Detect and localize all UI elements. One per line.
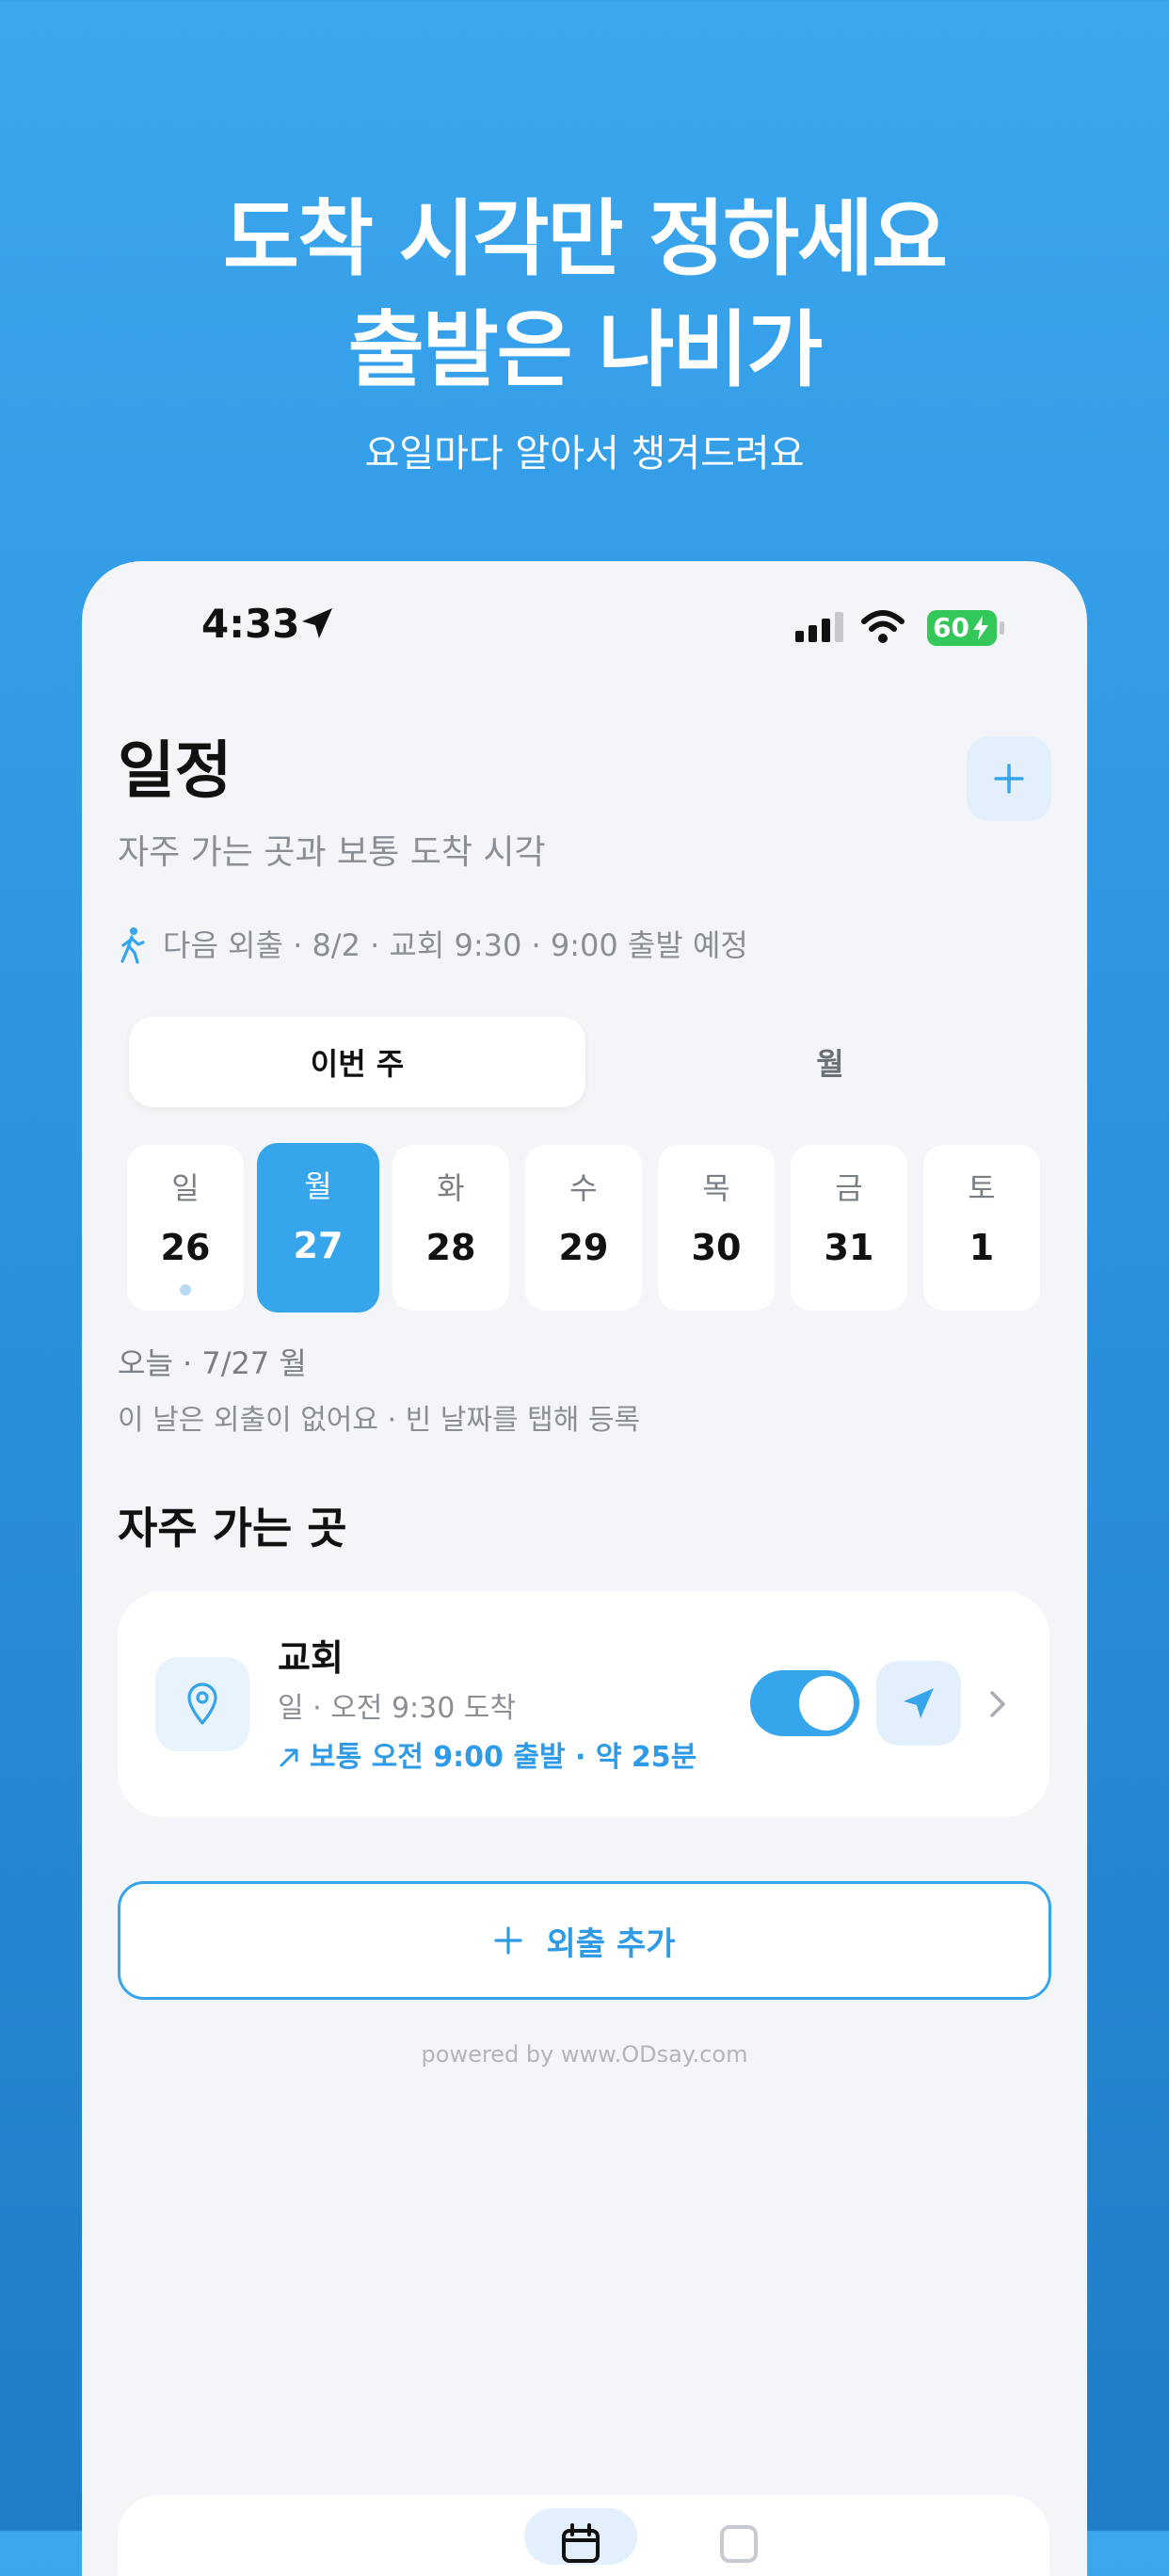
chevron-right-icon[interactable]	[979, 1685, 1017, 1723]
day-name: 목	[702, 1170, 730, 1206]
day-cell[interactable]: 금 31	[791, 1145, 907, 1311]
day-number: 1	[969, 1227, 995, 1268]
day-name: 화	[437, 1170, 465, 1206]
add-outing-label: 외출 추가	[546, 1924, 676, 1963]
battery-level: 60	[933, 612, 969, 643]
tab-schedule-active[interactable]	[524, 2508, 637, 2565]
hero-title-line2: 출발은 나비가	[347, 301, 823, 398]
day-name: 월	[304, 1168, 332, 1204]
day-number: 30	[691, 1227, 742, 1268]
signal-icon	[795, 612, 843, 642]
place-departure-info: 보통 오전 9:00 출발 · 약 25분	[278, 1744, 697, 1772]
place-arrival-time: 일 · 오전 9:30 도착	[278, 1692, 517, 1725]
day-cell[interactable]: 수 29	[525, 1145, 642, 1311]
navigate-button[interactable]	[876, 1661, 961, 1746]
segment-this-week[interactable]: 이번 주	[129, 1017, 585, 1107]
bolt-icon	[972, 616, 988, 640]
section-title-frequent: 자주 가는 곳	[118, 1503, 347, 1554]
empty-day-message: 이 날은 외출이 없어요 · 빈 날짜를 탭해 등록	[118, 1404, 641, 1437]
hero-title-line1: 도착 시각만 정하세요	[223, 190, 948, 287]
place-departure-text: 보통 오전 9:00 출발 · 약 25분	[310, 1741, 697, 1774]
bottom-tab-bar	[118, 2495, 1049, 2576]
walking-person-icon	[120, 927, 145, 964]
powered-by-text: powered by www.ODsay.com	[421, 2041, 748, 2068]
day-number: 31	[824, 1227, 874, 1268]
hero-subtitle: 요일마다 알아서 챙겨드려요	[364, 432, 805, 475]
page-title: 일정	[118, 734, 232, 807]
status-time: 4:33	[201, 601, 300, 647]
phone-screen: 4:33 60 일정 자주 가는 곳과 보통 도착 시각 다음 외출 · 8/2…	[82, 561, 1087, 2576]
place-name: 교회	[278, 1637, 344, 1679]
day-name: 금	[835, 1170, 863, 1206]
day-cell[interactable]: 토 1	[923, 1145, 1040, 1311]
day-name: 일	[171, 1170, 200, 1206]
wifi-icon	[861, 610, 905, 643]
location-arrow-icon	[302, 608, 332, 638]
add-schedule-button[interactable]	[967, 736, 1051, 821]
plus-icon	[493, 1926, 522, 1955]
day-number: 29	[558, 1227, 609, 1268]
battery-charging-icon: 60	[927, 610, 997, 646]
day-number: 28	[425, 1227, 476, 1268]
day-name: 수	[569, 1170, 598, 1206]
arrow-up-right-icon	[280, 1748, 298, 1767]
day-cell[interactable]: 일 26	[127, 1145, 244, 1311]
next-outing-text: 다음 외출 · 8/2 · 교회 9:30 · 9:00 출발 예정	[163, 927, 748, 963]
event-dot	[180, 1284, 191, 1296]
page-subtitle: 자주 가는 곳과 보통 도착 시각	[118, 833, 546, 872]
day-name: 토	[968, 1170, 996, 1206]
place-card[interactable]: 교회 일 · 오전 9:30 도착 보통 오전 9:00 출발 · 약 25분	[118, 1591, 1049, 1817]
battery-cap	[1000, 621, 1004, 635]
day-number: 26	[160, 1227, 211, 1268]
location-pin-icon	[187, 1682, 217, 1725]
navigation-arrow-icon	[904, 1688, 934, 1718]
day-cell-selected[interactable]: 월 27	[257, 1143, 379, 1312]
place-enabled-toggle[interactable]	[750, 1670, 859, 1736]
toggle-knob	[799, 1676, 854, 1731]
tab-settings-icon[interactable]	[720, 2525, 758, 2563]
day-number: 27	[293, 1225, 344, 1266]
add-outing-button[interactable]: 외출 추가	[118, 1881, 1051, 2000]
day-cell[interactable]: 화 28	[392, 1145, 509, 1311]
segment-month[interactable]: 월	[618, 1017, 1042, 1107]
place-icon-box	[155, 1657, 249, 1751]
day-cell[interactable]: 목 30	[658, 1145, 775, 1311]
plus-icon	[994, 764, 1024, 794]
next-outing: 다음 외출 · 8/2 · 교회 9:30 · 9:00 출발 예정	[118, 926, 748, 964]
calendar-icon	[562, 2523, 600, 2563]
selected-day-label: 오늘 · 7/27 월	[118, 1345, 307, 1381]
